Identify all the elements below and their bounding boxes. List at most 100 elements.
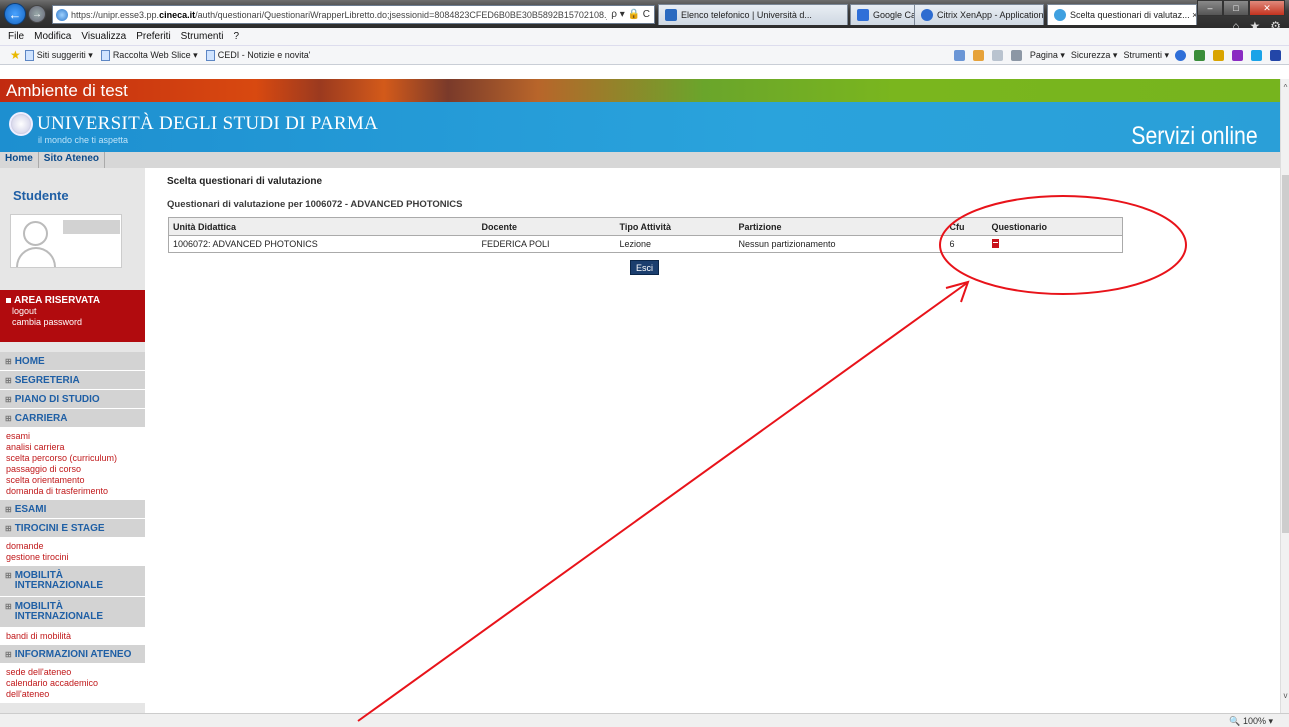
menu-visualizza[interactable]: Visualizza: [81, 31, 126, 42]
mail-icon[interactable]: [991, 50, 1003, 61]
feeds-icon[interactable]: [972, 50, 984, 61]
menu-strumenti[interactable]: Strumenti: [181, 31, 224, 42]
cell-questionario: [988, 236, 1123, 253]
status-bar: 🔍 100% ▾: [0, 713, 1289, 727]
plus-icon: ⊞: [5, 375, 12, 385]
minimize-button[interactable]: –: [1197, 0, 1223, 16]
scroll-up-icon[interactable]: ^: [1281, 83, 1289, 92]
questionnaire-pdf-icon[interactable]: [991, 238, 999, 248]
page-icon: [24, 49, 34, 61]
change-password-link[interactable]: cambia password: [12, 317, 139, 328]
col-cfu: Cfu: [945, 217, 988, 236]
informazioni-submenu: sede dell'ateneo calendario accademico d…: [0, 664, 145, 703]
area-riservata-title: AREA RISERVATA: [6, 295, 139, 306]
questionnaire-table: Unità Didattica Docente Tipo Attività Pa…: [168, 217, 1123, 253]
exit-button[interactable]: Esci: [630, 260, 660, 275]
sidebar-item-home[interactable]: ⊞ HOME: [0, 352, 145, 371]
addon-icon[interactable]: [1213, 50, 1224, 61]
sidebar-link-sede-ateneo[interactable]: sede dell'ateneo: [6, 667, 139, 678]
address-url[interactable]: https://unipr.esse3.pp.cineca.it/auth/qu…: [71, 10, 607, 20]
sidebar-link-scelta-orientamento[interactable]: scelta orientamento: [6, 475, 139, 486]
sidebar-link-analisi-carriera[interactable]: analisi carriera: [6, 442, 139, 453]
sidebar-item-informazioni-ateneo[interactable]: ⊞ INFORMAZIONI ATENEO: [0, 645, 145, 664]
menu-preferiti[interactable]: Preferiti: [136, 31, 170, 42]
plus-icon: ⊞: [5, 602, 12, 611]
sidebar: Studente AREA RISERVATA logout cambia pa…: [0, 168, 145, 713]
sidebar-link-calendario-accademico[interactable]: calendario accademico dell'ateneo: [6, 678, 139, 700]
redacted-username: [63, 220, 120, 234]
sidebar-item-carriera[interactable]: ⊞ CARRIERA: [0, 409, 145, 428]
tab-scelta-questionari[interactable]: Scelta questionari di valutaz... ×: [1047, 4, 1197, 25]
sidebar-menu: ⊞ HOME ⊞ SEGRETERIA ⊞ PIANO DI STUDIO ⊞ CARR…: [0, 352, 145, 703]
nav-home[interactable]: Home: [0, 152, 39, 168]
sidebar-item-tirocini[interactable]: ⊞ TIROCINI E STAGE: [0, 519, 145, 538]
plus-icon: ⊞: [5, 413, 12, 423]
onenote-icon[interactable]: [1232, 50, 1243, 61]
table-row: 1006072: ADVANCED PHOTONICS FEDERICA POL…: [169, 236, 1123, 253]
address-tools[interactable]: ρ ▾ 🔒 C: [607, 9, 654, 20]
university-name[interactable]: UNIVERSITÀ DEGLI STUDI DI PARMA: [37, 113, 378, 135]
logout-link[interactable]: logout: [12, 306, 139, 317]
page-icon: [205, 49, 215, 61]
back-button[interactable]: ←: [4, 3, 26, 25]
cell-cfu: 6: [949, 239, 955, 249]
university-header: UNIVERSITÀ DEGLI STUDI DI PARMA il mondo…: [0, 102, 1280, 152]
sidebar-link-gestione-tirocini[interactable]: gestione tirocini: [6, 552, 139, 563]
cell-partizione: Nessun partizionamento: [738, 239, 836, 249]
test-environment-label: Ambiente di test: [6, 81, 128, 100]
cell-unita-didattica: 1006072: ADVANCED PHOTONICS: [173, 239, 318, 249]
sidebar-item-mobilita-2[interactable]: ⊞ MOBILITÀ INTERNAZIONALE: [0, 597, 145, 628]
print-icon[interactable]: [1010, 50, 1022, 61]
tab-favicon: [665, 9, 677, 21]
col-questionario: Questionario: [987, 217, 1123, 236]
plus-icon: ⊞: [5, 649, 12, 659]
sidebar-link-passaggio-corso[interactable]: passaggio di corso: [6, 464, 139, 475]
carriera-submenu: esami analisi carriera scelta percorso (…: [0, 428, 145, 500]
sidebar-link-bandi-mobilita[interactable]: bandi di mobilità: [6, 631, 139, 642]
sidebar-item-piano-di-studio[interactable]: ⊞ PIANO DI STUDIO: [0, 390, 145, 409]
fav-cedi[interactable]: CEDI - Notizie e novita': [205, 49, 310, 61]
tab-citrix[interactable]: Citrix XenApp - Applications: [914, 4, 1044, 25]
sidebar-item-segreteria[interactable]: ⊞ SEGRETERIA: [0, 371, 145, 390]
scroll-down-icon[interactable]: v: [1281, 691, 1289, 700]
sidebar-link-domande[interactable]: domande: [6, 541, 139, 552]
scrollbar-thumb[interactable]: [1282, 175, 1289, 533]
plus-icon: ⊞: [5, 394, 12, 404]
page-title: Scelta questionari di valutazione: [167, 176, 323, 187]
test-environment-banner: Ambiente di test: [0, 79, 1280, 102]
zoom-level[interactable]: 🔍 100% ▾: [1229, 716, 1273, 727]
university-seal-icon: [9, 112, 33, 136]
addon-icon[interactable]: [1270, 50, 1281, 61]
maximize-button[interactable]: □: [1223, 0, 1249, 16]
forward-button[interactable]: →: [28, 5, 46, 23]
sidebar-item-mobilita-1[interactable]: ⊞ MOBILITÀ INTERNAZIONALE: [0, 566, 145, 597]
menu-modifica[interactable]: Modifica: [34, 31, 71, 42]
browser-titlebar: ← → https://unipr.esse3.pp.cineca.it/aut…: [0, 0, 1289, 33]
tab-elenco-telefonico[interactable]: Elenco telefonico | Università d...: [658, 4, 848, 25]
cmd-strumenti[interactable]: Strumenti ▾: [1123, 50, 1169, 61]
addon-icon[interactable]: [1194, 50, 1205, 61]
tirocini-submenu: domande gestione tirocini: [0, 538, 145, 566]
sidebar-link-domanda-trasferimento[interactable]: domanda di trasferimento: [6, 486, 139, 497]
skype-icon[interactable]: [1251, 50, 1262, 61]
cmd-sicurezza[interactable]: Sicurezza ▾: [1071, 50, 1118, 61]
favorites-star-icon[interactable]: ★: [10, 48, 21, 62]
address-bar[interactable]: https://unipr.esse3.pp.cineca.it/auth/qu…: [52, 5, 655, 24]
sidebar-link-scelta-percorso[interactable]: scelta percorso (curriculum): [6, 453, 139, 464]
sidebar-link-esami[interactable]: esami: [6, 431, 139, 442]
sidebar-item-esami[interactable]: ⊞ ESAMI: [0, 500, 145, 519]
col-unita-didattica: Unità Didattica: [168, 217, 478, 236]
plus-icon: ⊞: [5, 356, 12, 366]
cmd-pagina[interactable]: Pagina ▾: [1030, 50, 1065, 61]
site-nav: Home Sito Ateneo: [0, 152, 1280, 168]
help-icon[interactable]: [1175, 50, 1186, 61]
user-silhouette-icon: [23, 221, 48, 246]
vertical-scrollbar[interactable]: ^ v: [1280, 79, 1289, 713]
close-window-button[interactable]: ✕: [1249, 0, 1285, 16]
home-page-icon[interactable]: [953, 50, 965, 61]
nav-sito-ateneo[interactable]: Sito Ateneo: [39, 152, 105, 168]
fav-siti-suggeriti[interactable]: Siti suggeriti ▾: [24, 49, 93, 61]
menu-help[interactable]: ?: [233, 31, 239, 42]
menu-file[interactable]: File: [8, 31, 24, 42]
fav-web-slice[interactable]: Raccolta Web Slice ▾: [100, 49, 198, 61]
